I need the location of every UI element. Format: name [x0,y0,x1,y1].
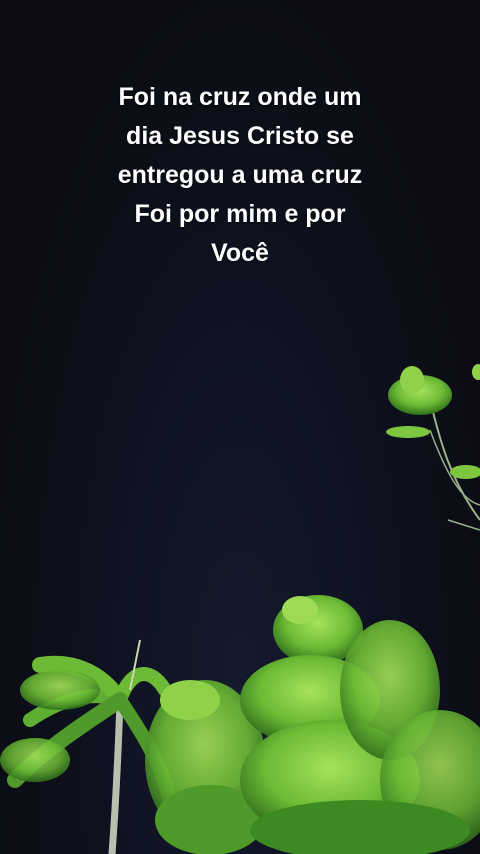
tree-foliage-illustration [0,364,480,854]
palm-tree [0,639,177,854]
upper-right-branch [386,364,480,531]
tall-tree-right [240,595,480,854]
